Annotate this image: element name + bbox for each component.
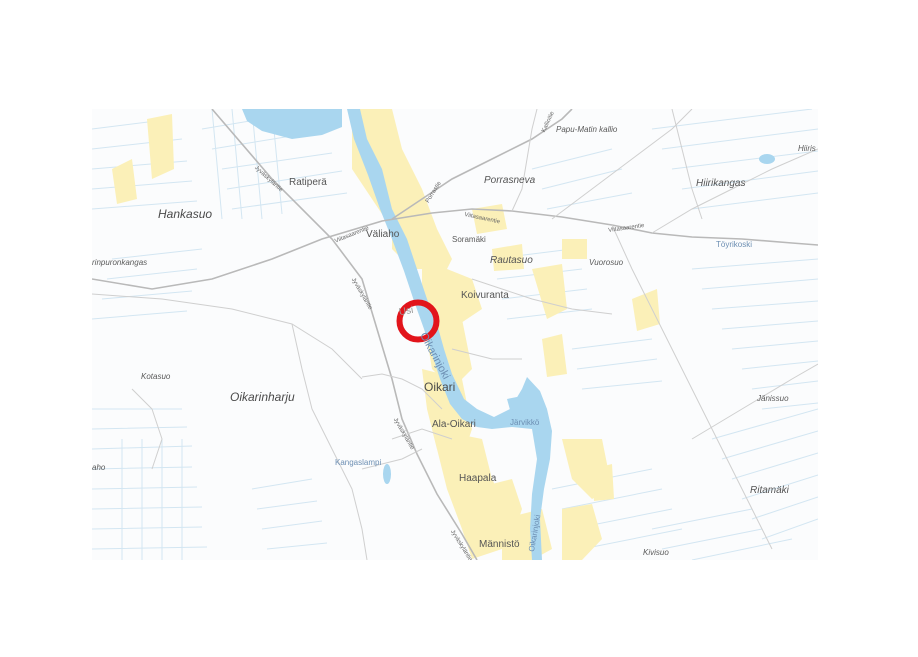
label-hankasuo: Hankasuo — [158, 207, 213, 221]
label-hiiris: Hiiris — [798, 144, 816, 153]
label-ratipera: Ratiperä — [289, 177, 327, 188]
label-oikari: Oikari — [424, 380, 456, 394]
label-oikarinharju: Oikarinharju — [230, 390, 295, 404]
label-rautasuo: Rautasuo — [490, 255, 533, 266]
label-vuorosuo: Vuorosuo — [589, 258, 624, 267]
label-hiirikangas: Hiirikangas — [696, 178, 746, 189]
map-view[interactable]: Hankasuo Ratiperä Väliaho Soramäki Rauta… — [92, 109, 818, 560]
label-ala-oikari: Ala-Oikari — [432, 419, 476, 430]
settlement-areas — [112, 109, 660, 560]
label-ritamaki: Ritamäki — [750, 485, 789, 496]
label-jarvikko: Järvikkö — [510, 418, 540, 427]
label-koivuranta: Koivuranta — [461, 290, 509, 301]
label-kotasuo: Kotasuo — [141, 372, 171, 381]
map-canvas — [92, 109, 818, 560]
label-rinpuronkangas: rinpuronkangas — [92, 258, 148, 267]
label-porrasneva: Porrasneva — [484, 175, 536, 186]
label-soramaki: Soramäki — [452, 235, 486, 244]
label-papu-matin-kallio: Papu-Matin kallio — [556, 125, 618, 134]
label-janissuo: Jänissuo — [757, 394, 789, 403]
label-haapala: Haapala — [459, 473, 497, 484]
label-kivisuo: Kivisuo — [643, 548, 669, 557]
label-valiaho: Väliaho — [366, 229, 400, 240]
label-toyrikoski: Töyrikoski — [716, 240, 753, 249]
label-mannisto: Männistö — [479, 539, 520, 550]
label-aho: aho — [92, 463, 106, 472]
label-kangaslampi: Kangaslampi — [335, 458, 382, 467]
